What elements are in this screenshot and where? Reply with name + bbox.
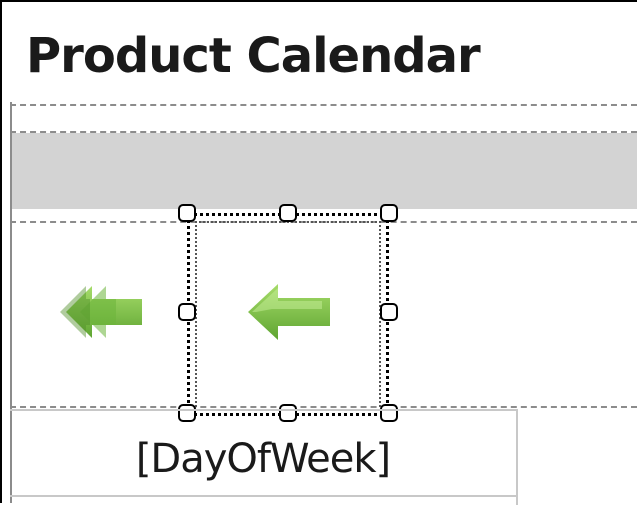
first-page-arrow-icon[interactable] (56, 277, 146, 347)
report-title[interactable]: Product Calendar (26, 26, 481, 86)
title-section-divider (10, 104, 637, 106)
selection-frame[interactable] (187, 213, 389, 416)
resize-handle-top-right[interactable] (380, 204, 398, 222)
report-designer-canvas: Product Calendar [DayOfWeek] (0, 0, 637, 505)
resize-handle-top-center[interactable] (279, 204, 297, 222)
resize-handle-middle-left[interactable] (178, 303, 196, 321)
resize-handle-middle-right[interactable] (380, 303, 398, 321)
header-band[interactable] (10, 133, 637, 209)
day-cell-bottom-border (10, 495, 518, 497)
day-of-week-field: [DayOfWeek] (135, 436, 391, 482)
day-of-week-cell[interactable]: [DayOfWeek] (10, 409, 518, 505)
resize-handle-top-left[interactable] (178, 204, 196, 222)
